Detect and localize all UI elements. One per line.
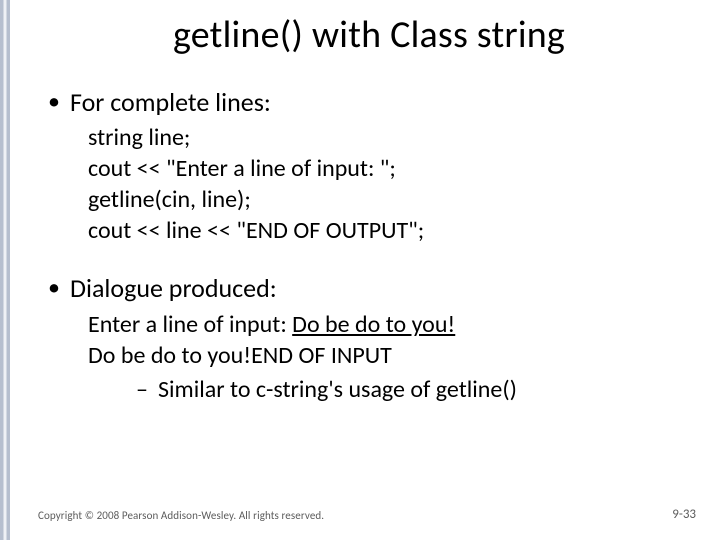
copyright-footer: Copyright © 2008 Pearson Addison-Wesley.… bbox=[38, 509, 324, 522]
bullet-dialogue: Dialogue produced: bbox=[46, 272, 692, 306]
dialogue-line: Enter a line of input: Do be do to you! bbox=[88, 310, 692, 341]
code-line: string line; bbox=[88, 123, 692, 154]
page-title: getline() with Class string bbox=[46, 14, 692, 58]
dialogue-line: Do be do to you!END OF INPUT bbox=[88, 341, 692, 372]
dialogue-user-input: Do be do to you! bbox=[292, 310, 455, 339]
code-block: string line; cout << "Enter a line of in… bbox=[46, 123, 692, 246]
code-line: getline(cin, line); bbox=[88, 185, 692, 216]
left-stripe bbox=[0, 0, 10, 540]
dialogue-block: Enter a line of input: Do be do to you! … bbox=[46, 310, 692, 405]
slide: getline() with Class string For complete… bbox=[18, 0, 720, 540]
code-line: cout << "Enter a line of input: "; bbox=[88, 154, 692, 185]
code-line: cout << line << "END OF OUTPUT"; bbox=[88, 216, 692, 247]
dialogue-note: Similar to c-string's usage of getline() bbox=[88, 374, 692, 405]
bullet-complete-lines: For complete lines: bbox=[46, 86, 692, 120]
page-number: 9-33 bbox=[672, 507, 696, 522]
dialogue-prompt: Enter a line of input: bbox=[88, 310, 292, 339]
